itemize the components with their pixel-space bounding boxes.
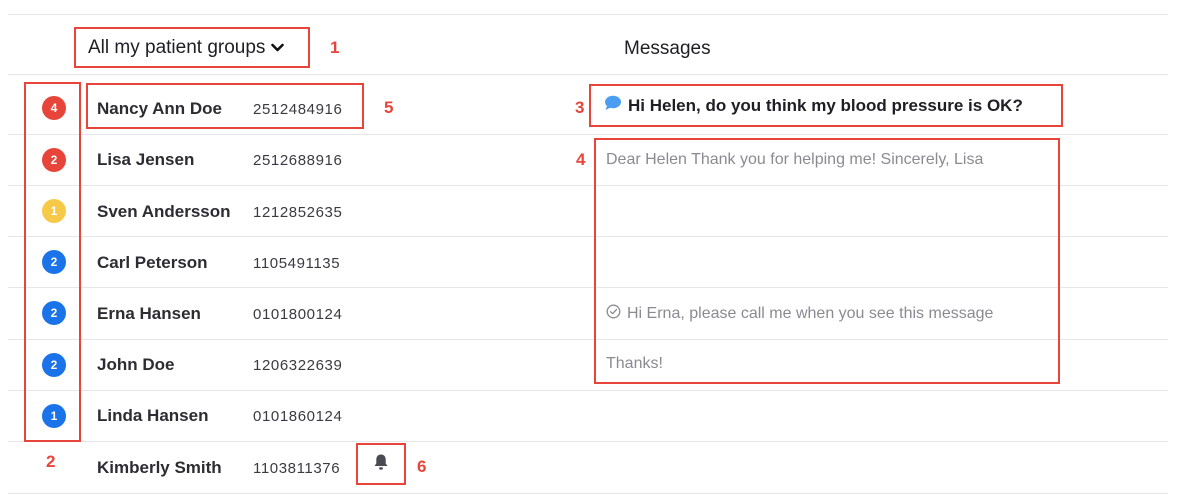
patient-id: 1206322639	[253, 357, 343, 374]
patient-id: 2512484916	[253, 101, 343, 118]
divider	[8, 74, 1168, 75]
check-circle-icon	[606, 304, 621, 324]
message-preview-text: Hi Erna, please call me when you see thi…	[627, 305, 994, 322]
patient-name[interactable]: Carl Peterson	[97, 253, 208, 273]
patient-id: 0101860124	[253, 408, 343, 425]
message-preview-annotation	[594, 138, 1060, 384]
patient-name[interactable]: Sven Andersson	[97, 202, 231, 222]
chat-bubble-icon	[604, 95, 622, 116]
unread-badge: 2	[42, 148, 66, 172]
unread-message[interactable]: Hi Helen, do you think my blood pressure…	[596, 84, 1062, 127]
unread-badge: 1	[42, 199, 66, 223]
patient-name[interactable]: Linda Hansen	[97, 406, 208, 426]
callout-6: 6	[417, 457, 427, 476]
patient-id: 0101800124	[253, 306, 343, 323]
message-preview[interactable]: Dear Helen Thank you for helping me! Sin…	[606, 151, 983, 169]
callout-5: 5	[384, 98, 394, 117]
patient-id: 1103811376	[253, 460, 341, 477]
patient-name[interactable]: Lisa Jensen	[97, 150, 194, 170]
unread-badge: 1	[42, 404, 66, 428]
patient-id: 1105491135	[253, 255, 341, 272]
unread-badge: 2	[42, 353, 66, 377]
divider	[8, 14, 1168, 15]
patient-id: 2512688916	[253, 152, 343, 169]
patient-group-select-label: All my patient groups	[88, 36, 266, 58]
message-preview[interactable]: Hi Erna, please call me when you see thi…	[606, 304, 993, 324]
messages-title: Messages	[624, 38, 711, 59]
divider	[8, 134, 1168, 135]
patient-name[interactable]: Kimberly Smith	[97, 458, 222, 478]
patient-name[interactable]: Erna Hansen	[97, 304, 201, 324]
message-preview[interactable]: Thanks!	[606, 355, 663, 373]
callout-4: 4	[576, 150, 586, 169]
patient-name[interactable]: John Doe	[97, 355, 174, 375]
unread-message-text: Hi Helen, do you think my blood pressure…	[628, 95, 1023, 115]
chevron-down-icon	[271, 37, 285, 59]
patient-messages-view: All my patient groups 1 Messages 2 4 2 1…	[0, 0, 1188, 498]
divider	[8, 441, 1168, 442]
patient-name[interactable]: Nancy Ann Doe	[97, 99, 222, 119]
divider	[8, 493, 1168, 494]
patient-id: 1212852635	[253, 204, 343, 221]
unread-badge: 4	[42, 96, 66, 120]
callout-2: 2	[46, 452, 56, 471]
bell-icon	[373, 453, 389, 476]
patient-group-select[interactable]: All my patient groups	[74, 27, 310, 68]
divider	[8, 390, 1168, 391]
notify-bell-button[interactable]	[356, 443, 406, 485]
callout-3: 3	[575, 98, 585, 117]
unread-badge: 2	[42, 301, 66, 325]
unread-badge: 2	[42, 250, 66, 274]
callout-1: 1	[330, 38, 340, 57]
